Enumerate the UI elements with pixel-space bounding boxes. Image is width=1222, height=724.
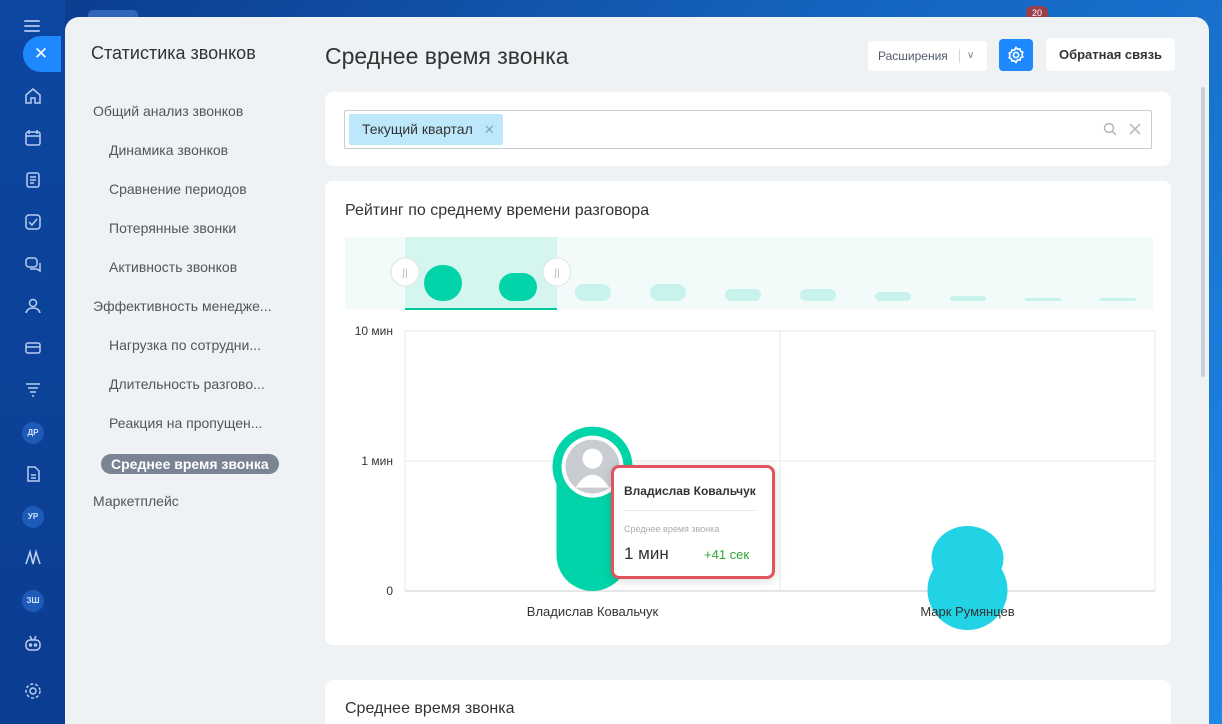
handle-grip-icon: || xyxy=(402,268,407,279)
tooltip: Владислав Ковальчук Среднее время звонка… xyxy=(611,465,775,579)
navigator-mark xyxy=(950,296,986,301)
sidebar-menu: Общий анализ звонков Динамика звонков Ср… xyxy=(91,103,281,532)
sidebar-item-marketplace[interactable]: Маркетплейс xyxy=(91,493,281,532)
filter-chip-label: Текущий квартал xyxy=(362,121,473,137)
avatar[interactable]: ЗШ xyxy=(22,590,44,612)
settings-icon[interactable] xyxy=(22,680,44,702)
search-icon[interactable] xyxy=(1103,122,1117,136)
chat-icon[interactable] xyxy=(22,253,44,275)
navigator-mark xyxy=(1100,298,1136,301)
feedback-button[interactable]: Обратная связь xyxy=(1046,38,1175,71)
card-icon[interactable] xyxy=(22,337,44,359)
navigator-mark xyxy=(650,284,686,301)
logo-icon[interactable] xyxy=(22,547,44,569)
sidebar-item-duration[interactable]: Длительность разгово... xyxy=(91,376,281,415)
filter-input[interactable]: Текущий квартал ✕ xyxy=(344,110,1152,149)
navigator-mark xyxy=(725,289,761,301)
navigator-mark xyxy=(424,265,462,301)
file-icon[interactable] xyxy=(22,463,44,485)
sidebar-item-compare[interactable]: Сравнение периодов xyxy=(91,181,281,220)
y-tick-label: 0 xyxy=(386,584,393,598)
chevron-down-icon: ∨ xyxy=(967,50,975,61)
y-tick-label: 10 мин xyxy=(355,324,393,338)
chip-remove-icon[interactable]: ✕ xyxy=(484,114,495,145)
tooltip-name: Владислав Ковальчук xyxy=(624,484,756,498)
divider xyxy=(959,49,960,63)
sidebar-item-overview[interactable]: Общий анализ звонков xyxy=(91,103,281,142)
gear-icon xyxy=(1008,46,1024,64)
extensions-label: Расширения xyxy=(878,49,948,63)
sidebar-item-activity[interactable]: Активность звонков xyxy=(91,259,281,298)
sidebar-item-load[interactable]: Нагрузка по сотрудни... xyxy=(91,337,281,376)
summary-title: Среднее время звонка xyxy=(345,700,515,717)
close-icon[interactable]: ✕ xyxy=(23,36,61,72)
tooltip-value: 1 мин xyxy=(624,544,669,563)
tooltip-delta: +41 сек xyxy=(704,547,750,562)
main-panel: Статистика звонков Общий анализ звонков … xyxy=(65,17,1209,724)
sidebar-item-efficiency[interactable]: Эффективность менедже... xyxy=(91,298,281,337)
sidebar-item-dynamics[interactable]: Динамика звонков xyxy=(91,142,281,181)
y-tick-label: 1 мин xyxy=(361,454,393,468)
sidebar-title: Статистика звонков xyxy=(91,43,256,63)
avatar[interactable]: ДР xyxy=(22,422,44,444)
scrollbar[interactable] xyxy=(1201,87,1205,377)
filter-card: Текущий квартал ✕ xyxy=(325,92,1171,166)
menu-icon[interactable] xyxy=(24,20,40,32)
summary-card: Среднее время звонка xyxy=(325,680,1171,724)
tooltip-label: Среднее время звонка xyxy=(624,524,720,534)
settings-button[interactable] xyxy=(999,39,1033,71)
page-title: Среднее время звонка xyxy=(325,43,569,69)
avatar[interactable]: УР xyxy=(22,506,44,528)
chart-card: Рейтинг по среднему времени разговора ||… xyxy=(325,181,1171,645)
clear-icon[interactable] xyxy=(1129,123,1141,135)
divider xyxy=(624,510,756,511)
extensions-button[interactable]: Расширения ∨ xyxy=(868,41,987,71)
navigator-mark xyxy=(800,289,836,301)
x-tick-label: Марк Румянцев xyxy=(920,604,1014,619)
filter-chip[interactable]: Текущий квартал ✕ xyxy=(349,114,503,145)
document-icon[interactable] xyxy=(22,169,44,191)
left-rail: ✕ ДР УР ЗШ xyxy=(0,0,65,724)
robot-icon[interactable] xyxy=(22,632,44,654)
navigator-mark xyxy=(1025,298,1061,301)
contacts-icon[interactable] xyxy=(22,295,44,317)
filter-icon[interactable] xyxy=(22,379,44,401)
sidebar-item-lost[interactable]: Потерянные звонки xyxy=(91,220,281,259)
sidebar-item-reaction[interactable]: Реакция на пропущен... xyxy=(91,415,281,454)
navigator-mark xyxy=(575,284,611,301)
sidebar-item-average[interactable]: Среднее время звонка xyxy=(91,454,281,493)
home-icon[interactable] xyxy=(22,85,44,107)
x-tick-label: Владислав Ковальчук xyxy=(527,604,659,619)
navigator-mark xyxy=(875,292,911,301)
navigator-mark xyxy=(499,273,537,301)
tasks-icon[interactable] xyxy=(22,211,44,233)
calendar-icon[interactable] xyxy=(22,127,44,149)
handle-grip-icon: || xyxy=(554,268,559,279)
